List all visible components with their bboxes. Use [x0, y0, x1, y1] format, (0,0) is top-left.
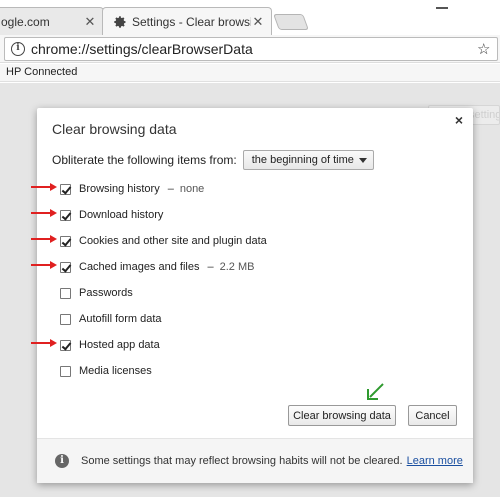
info-icon: i [55, 454, 69, 468]
separator-dash: – [167, 183, 174, 195]
checkbox-row-passwords[interactable]: Passwords [60, 285, 133, 301]
dialog-title: Clear browsing data [52, 121, 177, 137]
cached-images-checkbox[interactable] [60, 261, 71, 273]
autofill-checkbox[interactable] [60, 313, 71, 325]
checkbox-row-autofill[interactable]: Autofill form data [60, 311, 162, 327]
checkbox-label: Download history [79, 209, 164, 221]
url-text[interactable]: chrome://settings/clearBrowserData [31, 41, 477, 57]
checkbox-label: Cookies and other site and plugin data [79, 235, 267, 247]
checkbox-label: Autofill form data [79, 313, 162, 325]
close-icon[interactable]: × [455, 112, 463, 128]
new-tab-button[interactable] [273, 14, 309, 30]
hosted-app-data-checkbox[interactable] [60, 339, 71, 351]
item-detail: none [179, 183, 205, 195]
footer-text: Some settings that may reflect browsing … [81, 455, 403, 467]
tab-close-icon[interactable]: ✕ [83, 14, 97, 30]
time-period-select[interactable]: the beginning of time [242, 150, 374, 170]
browsing-history-checkbox[interactable] [60, 183, 71, 195]
red-arrow-icon [31, 183, 57, 191]
tab-strip: ogle.com ✕ Settings - Clear browsing ✕ [0, 0, 500, 35]
cookies-checkbox[interactable] [60, 235, 71, 247]
download-history-checkbox[interactable] [60, 209, 71, 221]
passwords-checkbox[interactable] [60, 287, 71, 299]
checkbox-row-media-licenses[interactable]: Media licenses [60, 363, 152, 379]
minimize-icon[interactable] [436, 0, 448, 9]
checkbox-row-cached-images[interactable]: Cached images and files – 2.2 MB [60, 259, 254, 275]
bookmark-hp-connected[interactable]: HP Connected [6, 66, 77, 78]
dialog-footer: i Some settings that may reflect browsin… [37, 438, 473, 483]
toolbar: i chrome://settings/clearBrowserData ☆ [0, 35, 500, 63]
tab-settings[interactable]: Settings - Clear browsing ✕ [102, 7, 272, 35]
red-arrow-icon [31, 339, 57, 347]
checkbox-label: Media licenses [79, 365, 152, 377]
red-arrow-icon [31, 235, 57, 243]
checkbox-label: Browsing history [79, 183, 160, 195]
red-arrow-icon [31, 261, 57, 269]
tab-close-icon[interactable]: ✕ [251, 14, 265, 30]
learn-more-link[interactable]: Learn more [407, 455, 463, 467]
bookmarks-bar: HP Connected [0, 64, 500, 82]
checkbox-row-browsing-history[interactable]: Browsing history – none [60, 181, 204, 197]
checkbox-label: Cached images and files [79, 261, 200, 273]
address-bar[interactable]: i chrome://settings/clearBrowserData ☆ [4, 37, 498, 61]
red-arrow-icon [31, 209, 57, 217]
tab-google[interactable]: ogle.com ✕ [0, 7, 104, 35]
clear-browsing-data-button[interactable]: Clear browsing data [288, 405, 396, 426]
info-icon[interactable]: i [11, 42, 25, 56]
bookmark-star-icon[interactable]: ☆ [477, 40, 497, 58]
tab-title: ogle.com [1, 14, 50, 29]
clear-browsing-data-dialog: Clear browsing data × Obliterate the fol… [37, 108, 473, 483]
cancel-button[interactable]: Cancel [408, 405, 457, 426]
separator-dash: – [207, 261, 214, 273]
green-arrow-icon [367, 383, 384, 400]
checkbox-label: Hosted app data [79, 339, 160, 351]
checkbox-row-hosted-app-data[interactable]: Hosted app data [60, 337, 160, 353]
checkbox-label: Passwords [79, 287, 133, 299]
gear-icon [114, 15, 126, 28]
item-detail: 2.2 MB [219, 261, 255, 273]
chevron-down-icon [358, 157, 367, 163]
checkbox-row-download-history[interactable]: Download history [60, 207, 163, 223]
time-period-value: the beginning of time [251, 154, 354, 166]
tab-title: Settings - Clear browsing [132, 14, 251, 29]
media-licenses-checkbox[interactable] [60, 365, 71, 377]
checkbox-row-cookies[interactable]: Cookies and other site and plugin data [60, 233, 267, 249]
time-period-label: Obliterate the following items from: [52, 153, 237, 167]
time-period-row: Obliterate the following items from: the… [52, 150, 374, 170]
